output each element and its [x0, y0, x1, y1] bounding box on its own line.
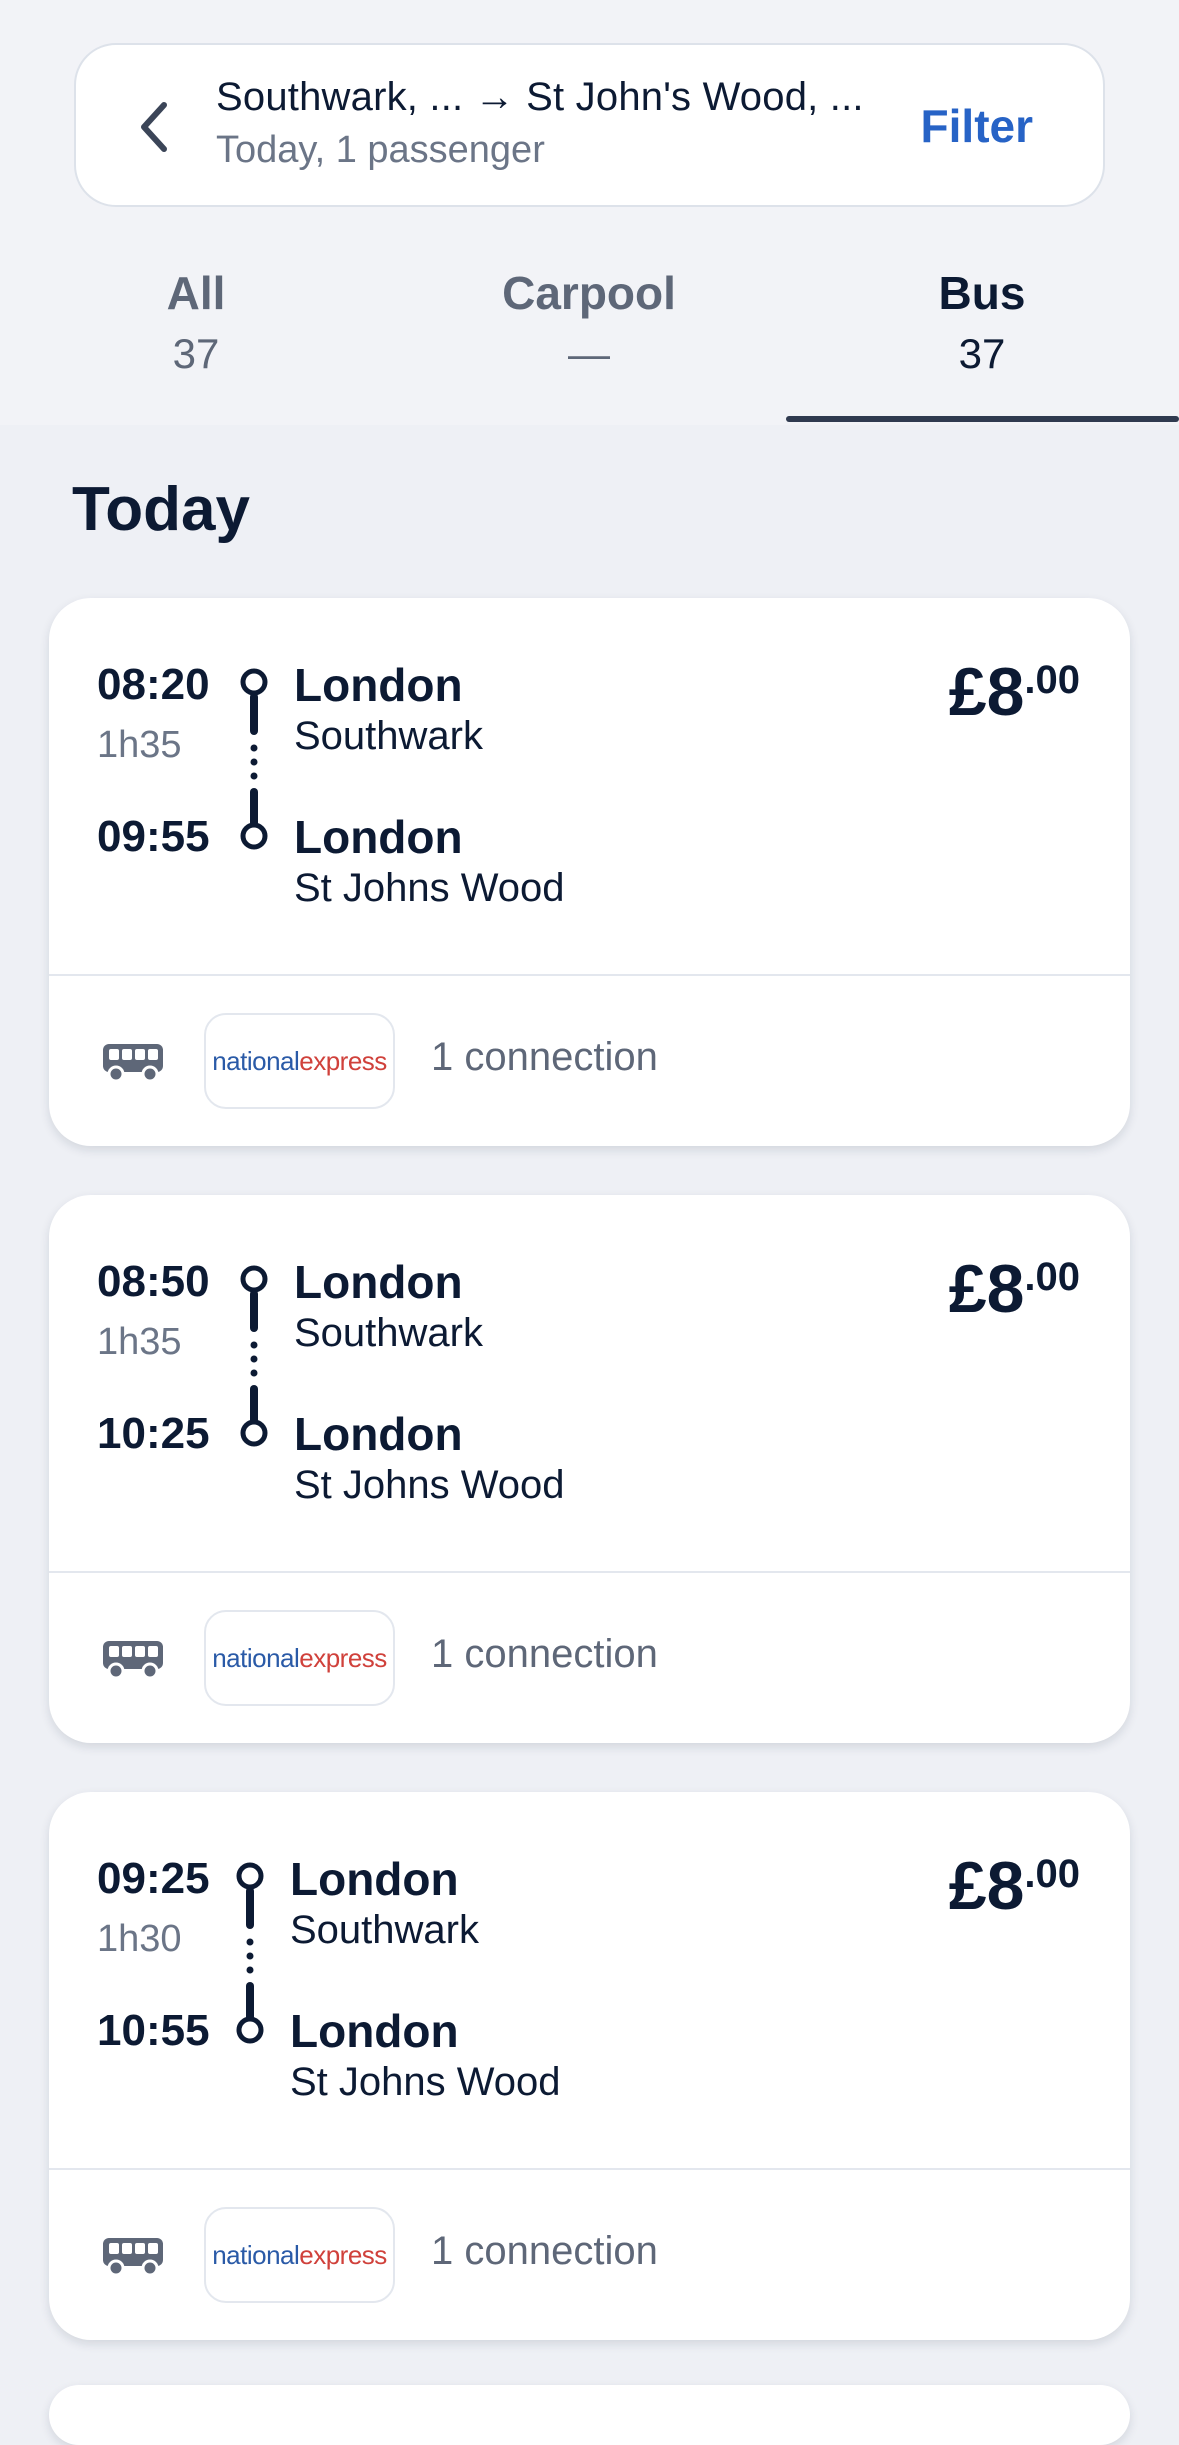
trip-card[interactable]: 08:50 1h35 10:25 London Southwark London…: [49, 1195, 1130, 1743]
destination-city: London: [294, 811, 463, 863]
departure-time: 09:25: [97, 1854, 210, 1903]
operator-name-part2: express: [299, 1642, 387, 1673]
price-main: £8: [948, 1251, 1025, 1327]
destination-stop: St Johns Wood: [290, 2060, 561, 2104]
arrival-time: 09:55: [97, 812, 210, 861]
origin-city: London: [294, 1256, 463, 1308]
mode-tabs: All 37 Carpool — Bus 37: [0, 266, 1179, 425]
trip-card[interactable]: 09:25 1h30 10:55 London Southwark London…: [49, 1792, 1130, 2340]
filter-button[interactable]: Filter: [921, 99, 1033, 153]
tab-carpool-label: Carpool: [502, 267, 676, 319]
operator-logo: national express: [204, 2207, 395, 2303]
connection-info: 1 connection: [431, 2229, 658, 2273]
tab-carpool[interactable]: Carpool —: [439, 266, 739, 378]
origin-stop: Southwark: [290, 1908, 479, 1952]
trip-duration: 1h35: [97, 724, 182, 766]
back-button[interactable]: [106, 79, 202, 175]
price-main: £8: [948, 654, 1025, 730]
search-summary-bar[interactable]: Southwark, ... → St John's Wood, ... Tod…: [74, 43, 1105, 207]
tab-bus[interactable]: Bus 37: [832, 266, 1132, 378]
bus-icon: [103, 1044, 163, 1083]
arrival-time: 10:55: [97, 2006, 210, 2055]
destination-city: London: [294, 1408, 463, 1460]
origin-stop: Southwark: [294, 714, 483, 758]
tab-carpool-count: —: [568, 330, 610, 377]
operator-name-part2: express: [299, 2239, 387, 2270]
price-main: £8: [948, 1848, 1025, 1924]
arrival-time: 10:25: [97, 1409, 210, 1458]
departure-time: 08:50: [97, 1257, 210, 1306]
card-divider: [49, 2168, 1130, 2170]
operator-name-part2: express: [299, 1045, 387, 1076]
connection-info: 1 connection: [431, 1035, 658, 1079]
tab-bus-count: 37: [958, 330, 1006, 377]
route-timeline: [240, 1265, 268, 1447]
price: £8 .00: [949, 1852, 1080, 1920]
card-divider: [49, 1571, 1130, 1573]
trip-duration: 1h30: [97, 1918, 182, 1960]
route-subtitle: Today, 1 passenger: [216, 129, 545, 171]
operator-logo: national express: [204, 1610, 395, 1706]
tab-all-count: 37: [172, 330, 220, 377]
active-tab-indicator: [786, 416, 1179, 422]
tab-all[interactable]: All 37: [46, 266, 346, 378]
price: £8 .00: [949, 658, 1080, 726]
price-cents: .00: [1024, 1255, 1080, 1299]
card-divider: [49, 974, 1130, 976]
tab-bus-label: Bus: [938, 267, 1026, 319]
route-title: Southwark, ... → St John's Wood, ...: [216, 75, 864, 119]
price-cents: .00: [1024, 1852, 1080, 1896]
operator-logo: national express: [204, 1013, 395, 1109]
price: £8 .00: [949, 1255, 1080, 1323]
connection-info: 1 connection: [431, 1632, 658, 1676]
route-timeline: [240, 668, 268, 850]
operator-name-part1: national: [212, 1045, 300, 1076]
destination-stop: St Johns Wood: [294, 866, 565, 910]
origin-city: London: [290, 1853, 459, 1905]
price-cents: .00: [1024, 658, 1080, 702]
chevron-left-icon: [141, 102, 167, 152]
destination-stop: St Johns Wood: [294, 1463, 565, 1507]
operator-name-part1: national: [212, 1642, 300, 1673]
top-area: Southwark, ... → St John's Wood, ... Tod…: [0, 0, 1179, 425]
tab-all-label: All: [166, 267, 226, 319]
route-timeline: [236, 1862, 264, 2044]
departure-time: 08:20: [97, 660, 210, 709]
trip-card-partial[interactable]: [49, 2385, 1130, 2445]
bus-icon: [103, 1641, 163, 1680]
destination-city: London: [290, 2005, 459, 2057]
operator-name-part1: national: [212, 2239, 300, 2270]
day-heading: Today: [72, 475, 250, 544]
origin-city: London: [294, 659, 463, 711]
origin-stop: Southwark: [294, 1311, 483, 1355]
trip-card[interactable]: 08:20 1h35 09:55 London Southwark London…: [49, 598, 1130, 1146]
bus-icon: [103, 2238, 163, 2277]
trip-duration: 1h35: [97, 1321, 182, 1363]
